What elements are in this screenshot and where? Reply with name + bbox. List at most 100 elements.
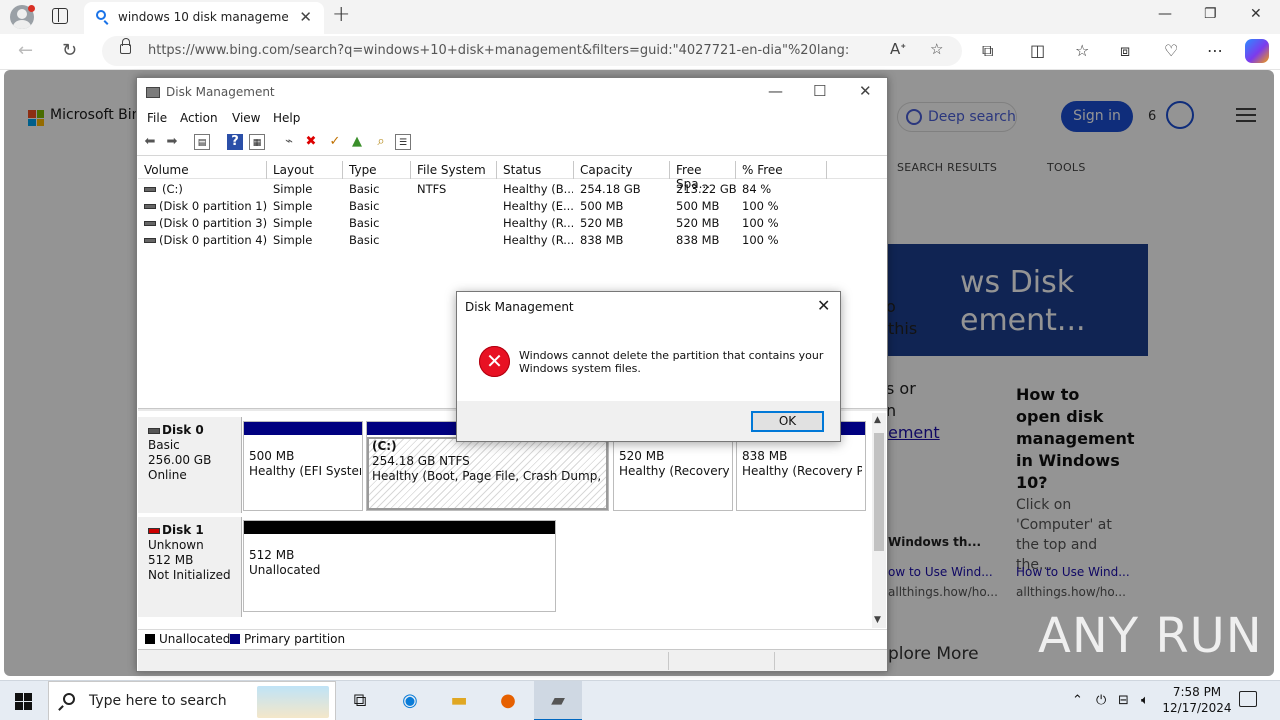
dialog-message: Windows cannot delete the partition that…	[519, 349, 824, 375]
back-arrow-icon[interactable]: ⬅	[142, 134, 158, 150]
settings-list-icon[interactable]: ☰	[395, 134, 411, 150]
menu-view[interactable]: View	[232, 111, 260, 125]
file-explorer-icon[interactable]: ▬	[446, 688, 472, 714]
address-bar[interactable]: https://www.bing.com/search?q=windows+10…	[102, 36, 962, 66]
chevron-up-icon[interactable]: ⌃	[1072, 693, 1083, 708]
checklist-icon[interactable]: ✓	[327, 134, 343, 150]
scrollbar-thumb[interactable]	[874, 433, 884, 551]
favorites-icon[interactable]: ☆	[1075, 41, 1089, 60]
taskbar-search-placeholder[interactable]: Type here to search	[89, 693, 227, 709]
firefox-icon[interactable]: ●	[495, 688, 521, 714]
table-row[interactable]: (C:) Simple Basic NTFS Healthy (B... 254…	[138, 181, 887, 198]
table-row[interactable]: (Disk 0 partition 4) Simple Basic Health…	[138, 232, 887, 249]
tab-close-icon[interactable]: ✕	[299, 8, 312, 26]
close-icon[interactable]: ✕	[1250, 6, 1262, 22]
disk-management-app-icon	[146, 87, 160, 98]
minimize-icon[interactable]: —	[1158, 6, 1172, 22]
split-screen-icon[interactable]: ◫	[1030, 41, 1045, 60]
notification-icon[interactable]	[1239, 691, 1257, 707]
usb-device-icon[interactable]: ⏻	[1096, 693, 1106, 708]
maximize-icon[interactable]: ☐	[813, 82, 826, 100]
favorite-star-icon[interactable]: ☆	[930, 40, 943, 58]
back-icon[interactable]: ←	[18, 40, 33, 61]
ok-button[interactable]: OK	[751, 411, 824, 432]
scroll-up-icon[interactable]: ▲	[874, 415, 881, 425]
volume-icon	[144, 221, 156, 226]
volume-status: Healthy (E...	[503, 199, 573, 213]
column-header[interactable]: Status	[497, 161, 574, 179]
volume-icon	[144, 238, 156, 243]
close-icon[interactable]: ✕	[859, 82, 872, 100]
new-tab-button[interactable]: +	[332, 2, 350, 27]
search-folder-icon[interactable]: ⌕	[373, 134, 389, 150]
disk-name: Disk 0	[162, 423, 204, 437]
volume-free: 213.22 GB	[676, 182, 736, 196]
folder-up-icon[interactable]: ▲	[349, 134, 365, 150]
show-hide-tree-icon[interactable]: ▤	[194, 134, 210, 150]
disk-0-label[interactable]: Disk 0 Basic 256.00 GB Online	[138, 417, 242, 513]
table-row[interactable]: (Disk 0 partition 1) Simple Basic Health…	[138, 198, 887, 215]
column-header[interactable]: Capacity	[574, 161, 670, 179]
disk-1-label[interactable]: Disk 1 Unknown 512 MB Not Initialized	[138, 517, 242, 617]
disk-kind: Unknown	[148, 538, 204, 552]
window-title-bar[interactable]: Disk Management — ☐ ✕	[137, 78, 887, 108]
browser-tab[interactable]: windows 10 disk management - Search ✕	[84, 2, 324, 34]
volume-type: Basic	[349, 216, 380, 230]
volume-layout: Simple	[273, 199, 313, 213]
properties-icon[interactable]: ▦	[249, 134, 265, 150]
url-text[interactable]: https://www.bing.com/search?q=windows+10…	[148, 43, 848, 58]
volume-icon[interactable]: 🔈︎	[1141, 693, 1149, 708]
column-header[interactable]: Layout	[267, 161, 343, 179]
delete-icon[interactable]: ✖	[303, 134, 319, 150]
column-header[interactable]: File System	[411, 161, 497, 179]
partition-status: Unallocated	[249, 563, 321, 577]
connect-disk-icon[interactable]: ⌁	[281, 134, 297, 150]
read-aloud-icon[interactable]: Aᐩ	[890, 40, 906, 58]
dialog-close-icon[interactable]: ✕	[817, 296, 830, 315]
taskbar-search[interactable]: Type here to search	[48, 681, 336, 720]
column-header[interactable]: % Free	[736, 161, 827, 179]
error-dialog: Disk Management ✕ ✕ Windows cannot delet…	[456, 291, 841, 442]
volume-fs: NTFS	[417, 182, 447, 196]
more-menu-icon[interactable]: ⋯	[1207, 41, 1223, 60]
status-bar	[138, 649, 887, 671]
partition-size: 500 MB	[249, 449, 295, 463]
clock-time: 7:58 PM	[1172, 685, 1222, 699]
search-highlight-image[interactable]	[257, 686, 329, 718]
copilot-icon[interactable]	[1245, 39, 1269, 63]
taskbar-clock[interactable]: 7:58 PM 12/17/2024	[1160, 684, 1234, 716]
task-view-icon[interactable]: ⧉	[347, 688, 373, 714]
windows-start-icon[interactable]	[15, 693, 32, 710]
tab-actions-icon[interactable]	[52, 8, 68, 24]
extensions-icon[interactable]: ⧉	[982, 41, 993, 61]
menu-file[interactable]: File	[147, 111, 167, 125]
partition-unallocated[interactable]: 512 MB Unallocated	[243, 520, 556, 612]
tab-title: windows 10 disk management - Search	[118, 10, 288, 24]
collections-icon[interactable]: ⧈	[1120, 41, 1130, 61]
restore-icon[interactable]: ❐	[1204, 6, 1217, 22]
vertical-scrollbar[interactable]: ▲ ▼	[872, 413, 886, 628]
column-header[interactable]: Free Spa...	[670, 161, 736, 191]
network-icon[interactable]: ⊟	[1118, 693, 1129, 708]
scroll-down-icon[interactable]: ▼	[874, 615, 881, 625]
column-header[interactable]: Volume	[138, 161, 267, 179]
volume-name: (C:)	[162, 182, 183, 196]
disk-management-taskbar-icon[interactable]: ▰	[545, 688, 571, 714]
column-header[interactable]: Type	[343, 161, 411, 179]
volume-name: (Disk 0 partition 4)	[159, 233, 267, 247]
partition-efi[interactable]: 500 MB Healthy (EFI System	[243, 421, 363, 511]
refresh-icon[interactable]: ↻	[62, 40, 77, 61]
legend-label: Primary partition	[244, 632, 346, 646]
edge-icon[interactable]: ◉	[397, 688, 423, 714]
browser-essentials-icon[interactable]: ♡	[1164, 41, 1178, 60]
forward-arrow-icon[interactable]: ➡	[164, 134, 180, 150]
volume-pct-free: 84 %	[742, 182, 772, 196]
lock-icon[interactable]	[120, 38, 131, 54]
minimize-icon[interactable]: —	[768, 82, 783, 100]
menu-action[interactable]: Action	[180, 111, 218, 125]
help-icon[interactable]: ?	[227, 134, 243, 150]
disk-graphical-view: Disk 0 Basic 256.00 GB Online 500 MB Hea…	[138, 413, 873, 623]
menu-help[interactable]: Help	[273, 111, 300, 125]
table-row[interactable]: (Disk 0 partition 3) Simple Basic Health…	[138, 215, 887, 232]
volume-capacity: 254.18 GB	[580, 182, 641, 196]
